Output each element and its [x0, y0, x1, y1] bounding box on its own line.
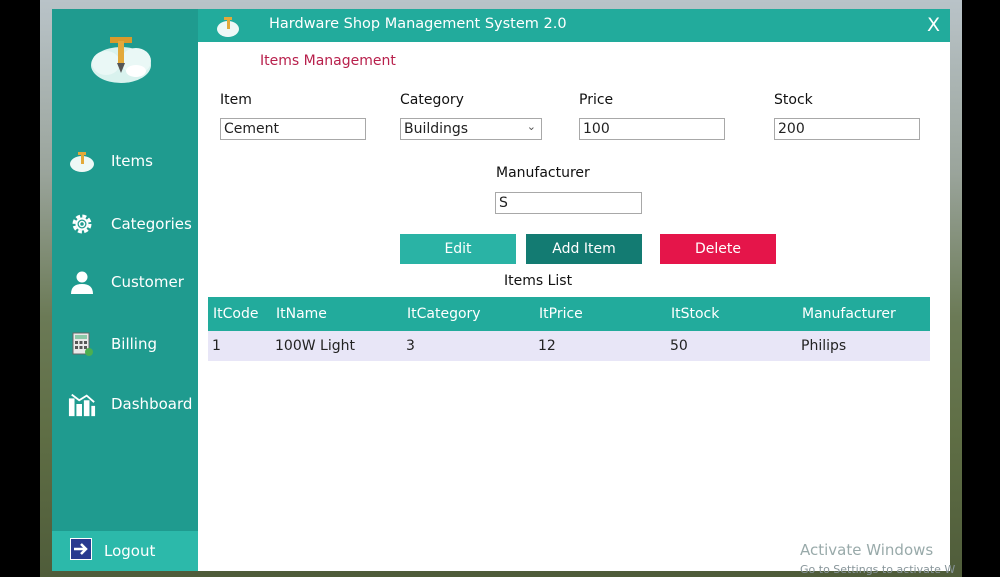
- column-header[interactable]: ItStock: [671, 297, 719, 331]
- items-table: ItCode ItName ItCategory ItPrice ItStock…: [208, 297, 930, 361]
- items-list-title: Items List: [504, 273, 573, 289]
- add-item-button[interactable]: Add Item: [526, 234, 642, 264]
- gear-icon: [68, 210, 96, 238]
- column-header[interactable]: ItCategory: [407, 297, 481, 331]
- manufacturer-label: Manufacturer: [496, 165, 590, 181]
- sidebar-item-label: Items: [111, 152, 153, 170]
- user-icon: [68, 268, 96, 296]
- category-label: Category: [400, 92, 464, 108]
- sidebar-item-label: Billing: [111, 335, 157, 353]
- sidebar: Items Categories Customer Billing Dashbo: [52, 9, 198, 571]
- table-header: ItCode ItName ItCategory ItPrice ItStock…: [208, 297, 930, 331]
- app-window: Items Categories Customer Billing Dashbo: [52, 9, 950, 571]
- column-header[interactable]: ItName: [276, 297, 327, 331]
- window-title: Hardware Shop Management System 2.0: [269, 16, 567, 32]
- delete-button[interactable]: Delete: [660, 234, 776, 264]
- table-cell: 3: [406, 338, 415, 354]
- stock-input[interactable]: [774, 118, 920, 140]
- activation-watermark-subtext: Go to Settings to activate W: [800, 563, 956, 576]
- items-icon: [68, 147, 96, 175]
- title-bar: Hardware Shop Management System 2.0 X: [198, 9, 950, 42]
- table-cell: Philips: [801, 338, 847, 354]
- logout-label: Logout: [104, 542, 156, 560]
- table-cell: 100W Light: [275, 338, 355, 354]
- activation-watermark: Activate Windows: [800, 541, 934, 559]
- logout-icon: [70, 538, 92, 564]
- column-header[interactable]: Manufacturer: [802, 297, 896, 331]
- category-select-value: Buildings: [404, 121, 469, 137]
- close-button[interactable]: X: [927, 14, 940, 36]
- sidebar-item-billing[interactable]: Billing: [52, 324, 198, 364]
- chart-icon: [68, 390, 96, 418]
- sidebar-item-label: Dashboard: [111, 395, 193, 413]
- logout-button[interactable]: Logout: [52, 531, 198, 571]
- manufacturer-input[interactable]: [495, 192, 642, 214]
- edit-button[interactable]: Edit: [400, 234, 516, 264]
- app-logo-icon: [91, 37, 151, 83]
- table-cell: 1: [212, 338, 221, 354]
- calculator-icon: [68, 330, 96, 358]
- price-label: Price: [579, 92, 614, 108]
- price-input[interactable]: [579, 118, 725, 140]
- sidebar-item-categories[interactable]: Categories: [52, 204, 198, 244]
- chevron-down-icon: ⌄: [526, 120, 536, 133]
- sidebar-item-items[interactable]: Items: [52, 141, 198, 181]
- sidebar-item-label: Customer: [111, 273, 184, 291]
- stock-label: Stock: [774, 92, 813, 108]
- category-select[interactable]: Buildings ⌄: [400, 118, 542, 140]
- table-cell: 50: [670, 338, 688, 354]
- sidebar-item-customer[interactable]: Customer: [52, 262, 198, 302]
- sidebar-item-label: Categories: [111, 215, 192, 233]
- app-title-icon: [217, 17, 239, 37]
- item-input[interactable]: [220, 118, 366, 140]
- sidebar-item-dashboard[interactable]: Dashboard: [52, 384, 198, 424]
- table-row[interactable]: 1 100W Light 3 12 50 Philips: [208, 331, 930, 361]
- section-title: Items Management: [260, 53, 396, 69]
- column-header[interactable]: ItCode: [213, 297, 258, 331]
- table-cell: 12: [538, 338, 556, 354]
- column-header[interactable]: ItPrice: [539, 297, 583, 331]
- item-label: Item: [220, 92, 252, 108]
